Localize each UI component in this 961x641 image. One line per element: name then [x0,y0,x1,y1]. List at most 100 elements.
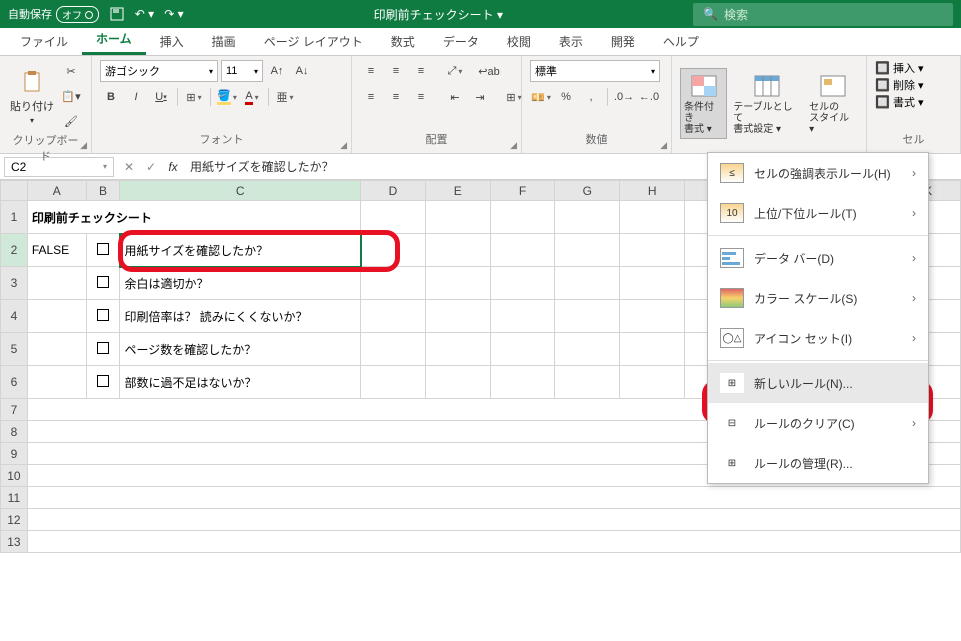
comma-button[interactable]: , [580,86,602,108]
delete-cells-button[interactable]: 🔲削除 ▾ [875,77,924,93]
row-header-2[interactable]: 2 [1,234,28,267]
cell-a1[interactable]: 印刷前チェックシート [27,201,360,234]
align-center-button[interactable]: ≡ [385,86,407,108]
row-header-10[interactable]: 10 [1,465,28,487]
decrease-indent-button[interactable]: ⇤ [444,86,466,108]
font-name-combo[interactable]: 游ゴシック▾ [100,60,218,82]
enter-formula-button[interactable]: ✓ [140,156,162,178]
fill-color-button[interactable]: 🪣 [216,86,238,108]
italic-button[interactable]: I [125,86,147,108]
row-header-4[interactable]: 4 [1,300,28,333]
tab-draw[interactable]: 描画 [198,28,250,55]
underline-button[interactable]: U▾ [150,86,172,108]
format-as-table-button[interactable]: テーブルとして 書式設定 ▾ [731,70,803,137]
checkbox-6[interactable] [97,375,109,387]
select-all-corner[interactable] [1,181,28,201]
cell-c6[interactable]: 部数に過不足はないか？ [120,366,361,399]
cf-icon-sets[interactable]: ◯△ アイコン セット(I)› [708,318,928,358]
col-header-f[interactable]: F [490,181,555,201]
cell-c2[interactable]: 用紙サイズを確認したか？ [120,234,361,267]
align-middle-button[interactable]: ≡ [385,60,407,82]
row-header-12[interactable]: 12 [1,509,28,531]
row-header-6[interactable]: 6 [1,366,28,399]
cf-clear-rules[interactable]: ⊟ ルールのクリア(C)› [708,403,928,443]
autosave-toggle[interactable]: オフ [56,6,99,23]
tab-page-layout[interactable]: ページ レイアウト [250,28,377,55]
align-top-button[interactable]: ≡ [360,60,382,82]
clipboard-launcher[interactable]: ◢ [80,140,87,151]
checkbox-3[interactable] [97,276,109,288]
search-box[interactable]: 🔍 検索 [693,3,953,26]
checkbox-2[interactable] [97,243,109,255]
tab-view[interactable]: 表示 [545,28,597,55]
cell-c4[interactable]: 印刷倍率は？ 読みにくくないか？ [120,300,361,333]
increase-decimal-button[interactable]: .0→ [613,86,635,108]
cell-a2[interactable]: FALSE [27,234,86,267]
cut-button[interactable]: ✂ [60,60,82,82]
cf-highlight-rules[interactable]: ≤ セルの強調表示ルール(H)› [708,153,928,193]
col-header-g[interactable]: G [555,181,620,201]
cell-styles-button[interactable]: セルの スタイル ▾ [807,70,858,137]
cell-b2[interactable] [86,234,120,267]
alignment-launcher[interactable]: ◢ [510,140,517,151]
redo-button[interactable]: ↷ ▾ [164,7,183,21]
cell-c3[interactable]: 余白は適切か？ [120,267,361,300]
cf-new-rule[interactable]: ⊞ 新しいルール(N)... [708,363,928,403]
cf-color-scales[interactable]: カラー スケール(S)› [708,278,928,318]
decrease-font-button[interactable]: A↓ [291,60,313,82]
col-header-c[interactable]: C [120,181,361,201]
decrease-decimal-button[interactable]: ←.0 [638,86,660,108]
increase-indent-button[interactable]: ⇥ [469,86,491,108]
number-launcher[interactable]: ◢ [660,140,667,151]
row-header-3[interactable]: 3 [1,267,28,300]
conditional-formatting-button[interactable]: 条件付き 書式 ▾ [680,68,727,139]
font-size-combo[interactable]: 11▾ [221,60,263,82]
tab-home[interactable]: ホーム [82,25,146,55]
cf-manage-rules[interactable]: ⊞ ルールの管理(R)... [708,443,928,483]
col-header-h[interactable]: H [620,181,685,201]
bold-button[interactable]: B [100,86,122,108]
increase-font-button[interactable]: A↑ [266,60,288,82]
tab-data[interactable]: データ [429,28,493,55]
align-bottom-button[interactable]: ≡ [410,60,432,82]
align-left-button[interactable]: ≡ [360,86,382,108]
row-header-1[interactable]: 1 [1,201,28,234]
cell-c5[interactable]: ページ数を確認したか？ [120,333,361,366]
tab-file[interactable]: ファイル [6,28,82,55]
checkbox-5[interactable] [97,342,109,354]
col-header-d[interactable]: D [361,181,426,201]
cf-data-bars[interactable]: データ バー(D)› [708,238,928,278]
align-right-button[interactable]: ≡ [410,86,432,108]
borders-button[interactable]: ⊞ [183,86,205,108]
phonetic-button[interactable]: 亜 [274,86,296,108]
col-header-e[interactable]: E [425,181,490,201]
checkbox-4[interactable] [97,309,109,321]
percent-button[interactable]: % [555,86,577,108]
tab-review[interactable]: 校閲 [493,28,545,55]
orientation-button[interactable]: ⤢ [444,60,466,82]
cf-top-bottom-rules[interactable]: 10 上位/下位ルール(T)› [708,193,928,233]
format-cells-button[interactable]: 🔲書式 ▾ [875,94,924,110]
font-launcher[interactable]: ◢ [340,140,347,151]
save-icon[interactable] [109,6,125,22]
row-header-7[interactable]: 7 [1,399,28,421]
row-header-11[interactable]: 11 [1,487,28,509]
row-header-8[interactable]: 8 [1,421,28,443]
copy-button[interactable]: 📋▾ [60,85,82,107]
wrap-text-button[interactable]: ↩ab [478,60,500,82]
col-header-b[interactable]: B [86,181,120,201]
row-header-9[interactable]: 9 [1,443,28,465]
cancel-formula-button[interactable]: ✕ [118,156,140,178]
tab-help[interactable]: ヘルプ [649,28,713,55]
tab-insert[interactable]: 挿入 [146,28,198,55]
format-painter-button[interactable]: 🖌 [60,110,82,132]
workbook-title[interactable]: 印刷前チェックシート ▾ [194,6,683,23]
tab-formulas[interactable]: 数式 [377,28,429,55]
tab-developer[interactable]: 開発 [597,28,649,55]
row-header-5[interactable]: 5 [1,333,28,366]
insert-cells-button[interactable]: 🔲挿入 ▾ [875,60,924,76]
fx-button[interactable]: fx [162,156,184,178]
col-header-a[interactable]: A [27,181,86,201]
accounting-format-button[interactable]: 💴 [530,86,552,108]
row-header-13[interactable]: 13 [1,531,28,553]
